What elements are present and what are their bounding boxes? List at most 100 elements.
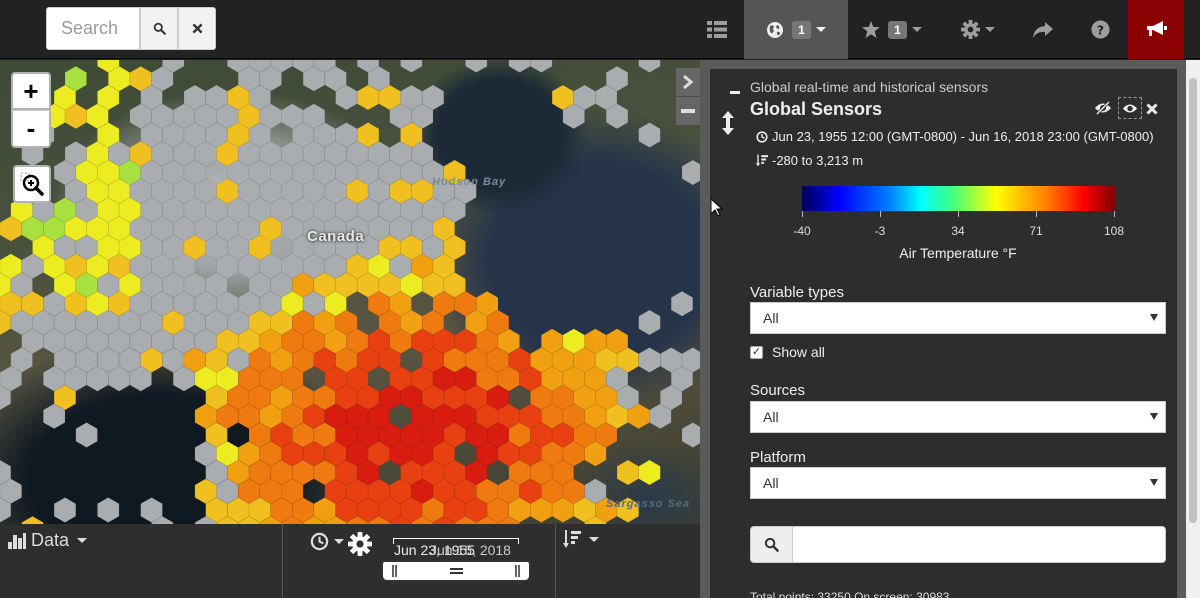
search-button[interactable]	[140, 7, 178, 50]
platform-label: Platform	[750, 449, 806, 466]
sensor-hex[interactable]	[638, 309, 661, 336]
variable-types-value: All	[763, 310, 779, 326]
sources-value: All	[763, 409, 779, 425]
bottom-toolbar: Data Jun 23, 1955 Jun 16, 2018	[0, 524, 700, 598]
bullhorn-icon	[1147, 21, 1167, 36]
layer-depth-range: -280 to 3,213 m	[756, 153, 863, 168]
panel-scrollbar-thumb[interactable]	[1189, 78, 1197, 523]
sort-depth-icon	[756, 154, 768, 167]
eye-icon	[1122, 104, 1138, 112]
sensor-hex[interactable]	[638, 347, 661, 373]
star-icon	[862, 21, 881, 38]
chevron-down-icon	[985, 27, 995, 32]
sensor-hex[interactable]	[465, 60, 488, 73]
sensor-hex[interactable]	[75, 422, 98, 448]
announcements-button[interactable]	[1128, 0, 1184, 59]
sensor-hex-layer	[0, 60, 700, 524]
mouse-cursor	[710, 197, 724, 222]
sensor-hex[interactable]	[638, 459, 661, 486]
toolbar-divider	[282, 524, 283, 598]
settings-menu-button[interactable]	[950, 0, 1006, 59]
minus-icon	[681, 109, 695, 113]
sources-select[interactable]: All	[750, 401, 1166, 433]
layer-remove-button[interactable]	[1146, 99, 1158, 120]
colorbar-tick	[802, 211, 803, 217]
layer-date-range: Jun 23, 1955 12:00 (GMT-0800) - Jun 16, …	[756, 129, 1154, 144]
chevron-down-icon	[911, 27, 922, 32]
sensor-hex[interactable]	[530, 60, 553, 73]
layer-hide-button[interactable]	[1094, 100, 1112, 120]
sensor-hex[interactable]	[638, 60, 661, 73]
variable-types-select[interactable]: All	[750, 302, 1166, 334]
zoom-out-button[interactable]: -	[11, 110, 51, 148]
pointer-icon	[710, 197, 724, 217]
bookmarks-menu-button[interactable]: 1	[854, 0, 930, 59]
gear-icon	[348, 532, 372, 556]
toolbar-divider	[555, 524, 556, 598]
sort-depth-icon	[563, 530, 581, 548]
chevron-down-icon	[77, 538, 88, 543]
show-all-label: Show all	[772, 344, 825, 360]
dropdown-arrow-icon	[1150, 413, 1158, 420]
time-settings-button[interactable]	[348, 532, 372, 561]
map-label-hudson-bay: Hudson Bay	[432, 176, 507, 188]
layer-collapse-button[interactable]	[730, 78, 740, 99]
depth-menu-button[interactable]	[563, 530, 599, 548]
layers-menu-button[interactable]: 1	[744, 0, 848, 59]
sensor-filter-input[interactable]	[792, 526, 1166, 563]
sensor-hex[interactable]	[508, 60, 531, 73]
search-input[interactable]	[46, 7, 140, 50]
close-icon	[1146, 103, 1158, 115]
data-menu-button[interactable]: Data	[8, 530, 88, 551]
search-icon	[153, 22, 166, 35]
map-view[interactable]: Canada Hudson Bay Sargasso Sea	[0, 60, 700, 524]
layer-date-range-text: Jun 23, 1955 12:00 (GMT-0800) - Jun 16, …	[772, 129, 1154, 144]
sensor-hex[interactable]	[638, 122, 661, 148]
time-menu-button[interactable]	[310, 532, 344, 551]
panel-expand-button[interactable]	[676, 68, 700, 96]
sensor-hex[interactable]	[681, 159, 700, 186]
colorbar-label: 108	[1103, 224, 1125, 238]
help-button[interactable]: ?	[1078, 0, 1122, 59]
layer-title: Global Sensors	[750, 99, 883, 119]
layer-opacity-button[interactable]	[1118, 97, 1142, 119]
layer-depth-range-text: -280 to 3,213 m	[772, 153, 864, 168]
search-icon	[764, 537, 779, 552]
eye-slash-icon	[1095, 100, 1111, 116]
data-menu-label: Data	[31, 530, 70, 550]
sensor-hex[interactable]	[53, 497, 77, 523]
layer-details-panel: Global real-time and historical sensors …	[710, 69, 1177, 598]
share-button[interactable]	[1020, 0, 1066, 59]
sensor-hex[interactable]	[21, 515, 44, 524]
colorbar-label: 71	[1029, 224, 1043, 238]
sensor-hex[interactable]	[616, 459, 640, 486]
share-icon	[1033, 21, 1053, 38]
layer-reorder-handle[interactable]	[722, 111, 734, 140]
sensor-hex[interactable]	[97, 497, 120, 523]
minus-icon	[730, 91, 740, 94]
layers-badge: 1	[792, 20, 811, 39]
svg-text:?: ?	[1096, 23, 1103, 37]
colorbar-tick	[880, 211, 881, 217]
platform-select[interactable]: All	[750, 467, 1166, 499]
map-label-sargasso-sea: Sargasso Sea	[606, 498, 691, 510]
layer-list-button[interactable]	[700, 0, 734, 59]
zoom-in-button[interactable]: +	[11, 72, 51, 110]
sensor-hex[interactable]	[400, 60, 423, 73]
zoom-box-icon	[20, 172, 44, 196]
top-navbar: 1 1 ?	[0, 0, 1200, 59]
show-all-checkbox[interactable]: ✓ Show all	[750, 344, 825, 360]
gear-icon	[961, 20, 980, 39]
sensor-hex[interactable]	[670, 290, 694, 317]
colorbar-tick	[1114, 211, 1115, 217]
colorbar-tick	[958, 211, 959, 217]
checkbox-checked-icon[interactable]: ✓	[750, 345, 763, 359]
panel-collapse-button[interactable]	[676, 97, 700, 125]
platform-value: All	[763, 475, 779, 491]
time-range-slider[interactable]	[381, 560, 531, 582]
colorbar-label: -3	[874, 224, 886, 238]
time-end-label: Jun 16, 2018	[430, 542, 511, 558]
clear-search-button[interactable]	[178, 7, 216, 50]
zoom-box-button[interactable]	[13, 165, 51, 203]
sensor-hex[interactable]	[681, 422, 700, 448]
